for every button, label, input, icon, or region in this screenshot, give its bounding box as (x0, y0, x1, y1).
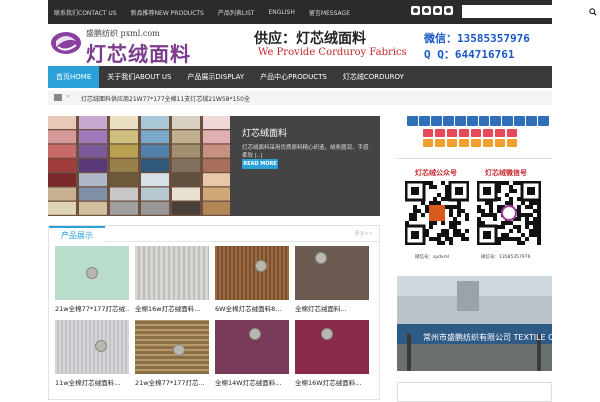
search-button[interactable] (586, 5, 600, 18)
coin-icon (95, 340, 107, 352)
top-nav-list[interactable]: 产品列表LIST (218, 8, 255, 17)
tencent-weibo-icon[interactable] (422, 6, 431, 15)
qr-left-sub: 微信号：spdxml (415, 255, 450, 260)
coin-icon (315, 252, 327, 264)
products-grid: 21w全棉77*177灯芯绒... 全棉16w灯芯绒面料... 6W全棉灯芯绒面… (55, 246, 369, 388)
product-image[interactable] (55, 246, 129, 300)
sidebar-banner-top (407, 116, 550, 126)
featured-slider: 灯芯绒面料 灯芯绒面料采用优质原料精心织造，绒条圆润，手感柔软 [..] REA… (48, 116, 380, 216)
breadcrumb: » 灯芯绒面料供应商21W77*177全棉11支灯芯绒21W58*150全 (48, 91, 552, 105)
home-icon[interactable] (54, 94, 62, 101)
sidebar-banner-line2 (423, 139, 517, 147)
factory-sign: 常州市盛鹏纺织有限公司 TEXTILE CO. LTD (423, 332, 552, 342)
product-card[interactable]: 6W全棉灯芯绒面料8... (215, 246, 289, 314)
factory-image: 常州市盛鹏纺织有限公司 TEXTILE CO. LTD (397, 276, 552, 371)
product-name[interactable]: 21w全棉77*177灯芯绒... (55, 303, 129, 313)
qr-left-label: 灯芯绒公众号 (415, 169, 457, 177)
breadcrumb-text[interactable]: 灯芯绒面料供应商21W77*177全棉11支灯芯绒21W58*150全 (81, 94, 250, 103)
product-name[interactable]: 全棉16w灯芯绒面料... (135, 303, 209, 313)
coin-icon (173, 344, 185, 356)
nav-home[interactable]: 首页HOME (48, 66, 100, 88)
products-section: 产品展示 更多>> 21w全棉77*177灯芯绒... 全棉16w灯芯绒面料..… (48, 225, 380, 400)
qr-right-sub: 微信号：13585357976 (481, 255, 531, 260)
read-more-button[interactable]: READ MORE (242, 159, 278, 169)
top-nav-new-products[interactable]: 新品推荐NEW PRODUCTS (131, 8, 204, 17)
slider-title[interactable]: 灯芯绒面料 (242, 126, 287, 139)
main-nav: 首页HOME 关于我们ABOUT US 产品展示DISPLAY 产品中心PROD… (48, 66, 552, 88)
top-nav-message[interactable]: 留言MESSAGE (309, 8, 350, 17)
products-header: 产品展示 更多>> (49, 226, 379, 242)
supply-heading: 供应：灯芯绒面料 (254, 31, 366, 47)
sidebar-box (397, 382, 552, 402)
qr-right-label: 灯芯绒微信号 (485, 169, 527, 177)
qq-icon[interactable] (433, 6, 442, 15)
weibo-icon[interactable] (411, 6, 420, 15)
breadcrumb-separator: » (66, 93, 70, 100)
search-icon (589, 7, 597, 16)
coin-icon (249, 328, 261, 340)
product-image[interactable] (55, 320, 129, 374)
social-icons (411, 6, 453, 15)
coin-icon (86, 267, 98, 279)
product-card[interactable]: 全棉16w灯芯绒面料... (135, 246, 209, 314)
factory-photo[interactable]: 常州市盛鹏纺织有限公司 TEXTILE CO. LTD (397, 276, 552, 371)
nav-display[interactable]: 产品展示DISPLAY (179, 66, 252, 88)
product-image[interactable] (295, 320, 369, 374)
product-name[interactable]: 6W全棉灯芯绒面料8... (215, 303, 289, 313)
site-header: 盛鹏纺织 pxml.com 灯芯绒面料 供应：灯芯绒面料 We Provide … (48, 24, 552, 66)
wechat-number: 微信：13585357976 (424, 32, 530, 45)
top-nav-contact[interactable]: 联系我们CONTACT US (54, 8, 117, 17)
products-title[interactable]: 产品展示 (49, 226, 105, 242)
slider-image[interactable] (48, 116, 230, 216)
provide-tagline: We Provide Corduroy Fabrics (258, 47, 407, 58)
product-card[interactable]: 全棉14W灯芯绒面料... (215, 320, 289, 388)
product-card[interactable]: 全棉16W灯芯绒面料... (295, 320, 369, 388)
coin-icon (255, 260, 267, 272)
product-card[interactable]: 21w全棉77*177灯芯... (135, 320, 209, 388)
product-name[interactable]: 11w全棉灯芯绒面料... (55, 377, 129, 387)
product-image[interactable] (215, 246, 289, 300)
product-card[interactable]: 11w全棉灯芯绒面料... (55, 320, 129, 388)
product-name[interactable]: 全棉14W灯芯绒面料... (215, 377, 289, 387)
top-bar: 联系我们CONTACT US 新品推荐NEW PRODUCTS 产品列表LIST… (0, 0, 600, 24)
nav-products[interactable]: 产品中心PRODUCTS (252, 66, 335, 88)
product-name[interactable]: 全棉16W灯芯绒面料... (295, 377, 369, 387)
product-name[interactable]: 全棉灯芯绒面料... (295, 303, 369, 313)
product-image[interactable] (135, 246, 209, 300)
top-bar-inner: 联系我们CONTACT US 新品推荐NEW PRODUCTS 产品列表LIST… (48, 0, 600, 24)
wechat-icon[interactable] (444, 6, 453, 15)
qr-code-wechat[interactable] (477, 181, 541, 245)
logo-icon[interactable] (50, 27, 82, 59)
qq-number: Q Q：644716761 (424, 48, 515, 61)
product-image[interactable] (215, 320, 289, 374)
top-nav: 联系我们CONTACT US 新品推荐NEW PRODUCTS 产品列表LIST… (54, 0, 364, 24)
slider-info: 灯芯绒面料 灯芯绒面料采用优质原料精心织造，绒条圆润，手感柔软 [..] REA… (230, 116, 380, 216)
logo-title[interactable]: 灯芯绒面料 (86, 38, 191, 67)
product-card[interactable]: 全棉灯芯绒面料... (295, 246, 369, 314)
qr-code-public-account[interactable] (405, 181, 469, 245)
sidebar-banner-line1 (423, 129, 517, 137)
product-card[interactable]: 21w全棉77*177灯芯绒... (55, 246, 129, 314)
fabric-swatches-image (48, 116, 230, 216)
product-image[interactable] (295, 246, 369, 300)
nav-about[interactable]: 关于我们ABOUT US (99, 66, 179, 88)
nav-corduroy[interactable]: 灯芯绒CORDUROY (335, 66, 412, 88)
product-image[interactable] (135, 320, 209, 374)
product-name[interactable]: 21w全棉77*177灯芯... (135, 377, 209, 387)
search-input[interactable] (462, 5, 586, 18)
sidebar-divider (397, 158, 552, 159)
slider-description: 灯芯绒面料采用优质原料精心织造，绒条圆润，手感柔软 [..] (242, 145, 369, 159)
coin-icon (321, 328, 333, 340)
top-nav-english[interactable]: ENGLISH (268, 9, 294, 16)
products-more-link[interactable]: 更多>> (355, 230, 373, 237)
